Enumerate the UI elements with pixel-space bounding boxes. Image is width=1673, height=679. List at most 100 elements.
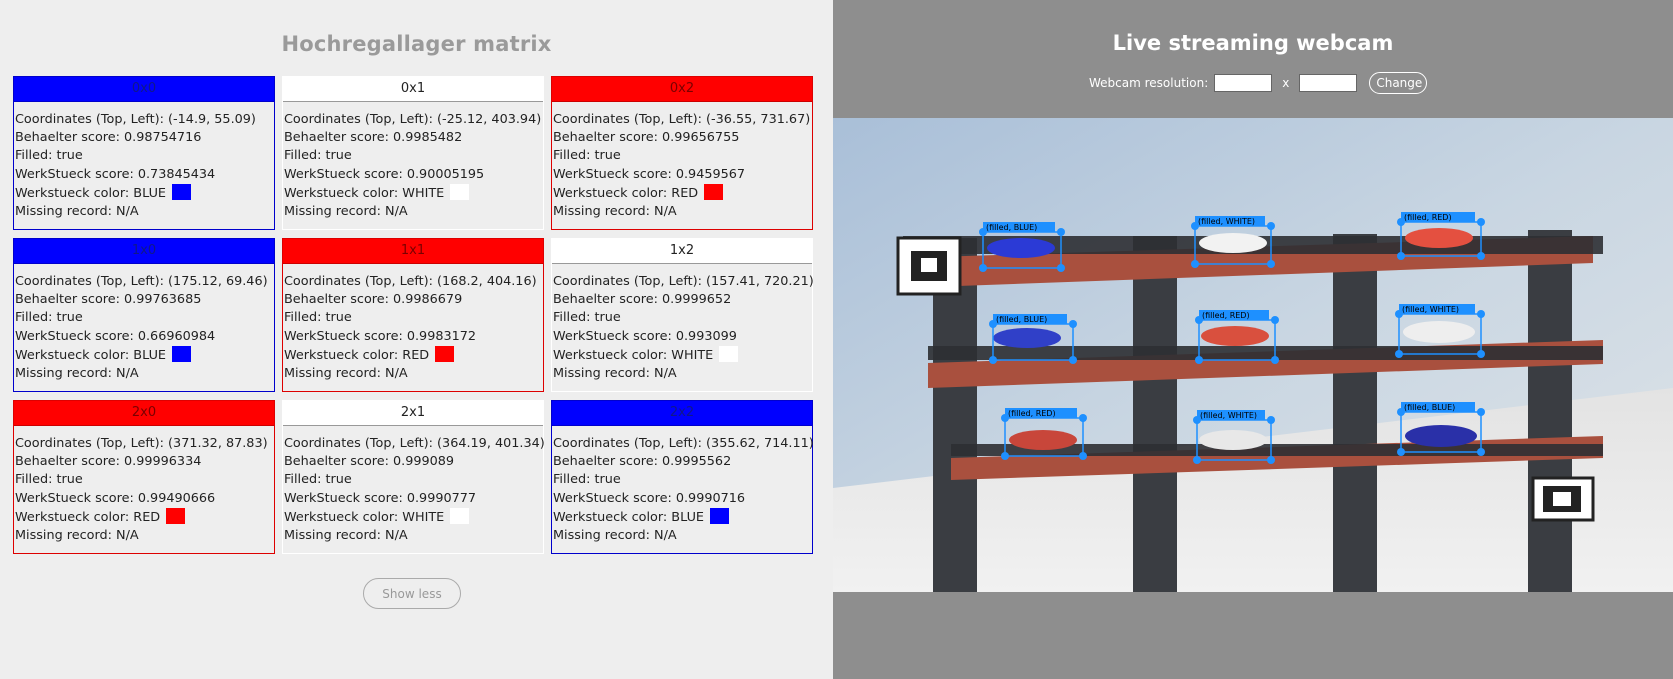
webcam-panel: Live streaming webcam Webcam resolution:…	[833, 0, 1673, 679]
cell-filled: Filled: true	[15, 147, 274, 165]
cell-body: Coordinates (Top, Left): (-25.12, 403.94…	[283, 102, 543, 221]
cell-filled: Filled: true	[284, 147, 543, 165]
cell-coordinates: Coordinates (Top, Left): (371.32, 87.83)	[15, 435, 274, 453]
cell-missing-record: Missing record: N/A	[15, 527, 274, 545]
cell-werkstueck-color: Werkstueck color: RED	[553, 183, 812, 203]
matrix-cell-1x2: 1x2 Coordinates (Top, Left): (157.41, 720…	[551, 238, 814, 392]
cell-werkstueck-score-text: WerkStueck score: 0.9990716	[553, 490, 746, 506]
cell-werkstueck-score: WerkStueck score: 0.99490666	[15, 490, 274, 508]
cell-filled: Filled: true	[284, 309, 543, 327]
cell-werkstueck-color: Werkstueck color: RED	[284, 345, 543, 365]
cell-filled: Filled: true	[553, 147, 812, 165]
cell-behaelter-score-text: Behaelter score: 0.9999652	[553, 292, 732, 308]
cell-coordinates-text: Coordinates (Top, Left): (157.41, 720.21…	[553, 274, 814, 289]
cell-filled-text: Filled: true	[284, 310, 352, 326]
cell-filled: Filled: true	[284, 471, 543, 489]
matrix-cell-1x1: 1x1 Coordinates (Top, Left): (168.2, 404.…	[282, 238, 544, 392]
cell-filled-text: Filled: true	[553, 472, 621, 488]
change-resolution-button[interactable]: Change	[1369, 72, 1428, 94]
cell-werkstueck-score: WerkStueck score: 0.9983172	[284, 328, 543, 346]
matrix-cell-0x0: 0x0 Coordinates (Top, Left): (-14.9, 55.0…	[13, 76, 275, 230]
cell-werkstueck-color-text: Werkstueck color: BLUE	[553, 509, 705, 525]
cell-werkstueck-color: Werkstueck color: WHITE	[553, 345, 812, 365]
color-swatch	[710, 507, 730, 524]
cell-missing-record-text: Missing record: N/A	[553, 366, 677, 382]
cell-body: Coordinates (Top, Left): (364.19, 401.34…	[283, 426, 545, 545]
cell-missing-record-text: Missing record: N/A	[15, 528, 139, 544]
cell-coordinates: Coordinates (Top, Left): (355.62, 714.11…	[553, 435, 814, 453]
cell-header: 0x2	[552, 77, 812, 102]
cell-werkstueck-color: Werkstueck color: BLUE	[15, 345, 274, 365]
webcam-image: (filled, BLUE) (filled, WHITE) (filled, RE…	[833, 118, 1673, 592]
cell-coordinates-text: Coordinates (Top, Left): (-14.9, 55.09)	[15, 112, 256, 127]
cell-behaelter-score-text: Behaelter score: 0.99763685	[15, 292, 202, 308]
cell-coordinates: Coordinates (Top, Left): (168.2, 404.16)	[284, 273, 543, 291]
color-swatch	[172, 183, 192, 200]
cell-werkstueck-color-text: Werkstueck color: BLUE	[15, 185, 167, 201]
cell-werkstueck-score: WerkStueck score: 0.9459567	[553, 166, 812, 184]
cell-werkstueck-color-text: Werkstueck color: WHITE	[284, 185, 445, 201]
cell-filled: Filled: true	[553, 309, 812, 327]
cell-behaelter-score-text: Behaelter score: 0.9985482	[284, 130, 463, 146]
cell-header: 0x0	[14, 77, 274, 102]
cell-werkstueck-color: Werkstueck color: WHITE	[284, 183, 543, 203]
cell-missing-record: Missing record: N/A	[284, 527, 543, 545]
resolution-x-label: x	[1282, 76, 1290, 90]
color-swatch	[172, 345, 192, 362]
cell-filled-text: Filled: true	[553, 310, 621, 326]
cell-missing-record: Missing record: N/A	[284, 203, 543, 221]
cell-behaelter-score-text: Behaelter score: 0.9995562	[553, 454, 732, 470]
cell-body: Coordinates (Top, Left): (-36.55, 731.67…	[552, 102, 812, 221]
cell-coordinates: Coordinates (Top, Left): (157.41, 720.21…	[553, 273, 814, 291]
cell-body: Coordinates (Top, Left): (157.41, 720.21…	[552, 264, 814, 383]
cell-missing-record: Missing record: N/A	[15, 203, 274, 221]
detection-label: (filled, BLUE)	[1404, 403, 1455, 412]
cell-werkstueck-color: Werkstueck color: WHITE	[284, 507, 543, 527]
cell-coordinates-text: Coordinates (Top, Left): (168.2, 404.16)	[284, 274, 537, 289]
matrix-cell-2x2: 2x2 Coordinates (Top, Left): (355.62, 714…	[551, 400, 814, 554]
color-swatch	[450, 183, 470, 200]
app: Hochregallager matrix 0x0 Coordinates (To…	[0, 0, 1673, 679]
resolution-height-input[interactable]	[1299, 74, 1358, 92]
cell-missing-record-text: Missing record: N/A	[15, 204, 139, 220]
cell-body: Coordinates (Top, Left): (168.2, 404.16)…	[283, 264, 543, 383]
cell-body: Coordinates (Top, Left): (371.32, 87.83)…	[14, 426, 274, 545]
cell-missing-record: Missing record: N/A	[284, 365, 543, 383]
cell-werkstueck-score-text: WerkStueck score: 0.90005195	[284, 166, 485, 182]
cell-coordinates: Coordinates (Top, Left): (-25.12, 403.94…	[284, 111, 543, 129]
cell-body: Coordinates (Top, Left): (355.62, 714.11…	[552, 426, 814, 545]
cell-behaelter-score: Behaelter score: 0.99656755	[553, 129, 812, 147]
matrix-cell-0x2: 0x2 Coordinates (Top, Left): (-36.55, 731…	[551, 76, 813, 230]
detection-label: (filled, RED)	[1404, 213, 1452, 222]
cell-missing-record: Missing record: N/A	[553, 365, 812, 383]
cell-werkstueck-score: WerkStueck score: 0.9990777	[284, 490, 543, 508]
cell-header: 2x0	[14, 401, 274, 426]
cell-behaelter-score: Behaelter score: 0.9995562	[553, 453, 812, 471]
cell-missing-record: Missing record: N/A	[15, 365, 274, 383]
matrix-grid: 0x0 Coordinates (Top, Left): (-14.9, 55.0…	[13, 76, 814, 554]
cell-missing-record-text: Missing record: N/A	[284, 366, 408, 382]
resolution-controls: Webcam resolution: x Change	[1089, 72, 1428, 94]
cell-werkstueck-score: WerkStueck score: 0.66960984	[15, 328, 274, 346]
matrix-cell-2x1: 2x1 Coordinates (Top, Left): (364.19, 401…	[282, 400, 545, 554]
cell-werkstueck-score-text: WerkStueck score: 0.73845434	[15, 166, 216, 182]
cell-coordinates-text: Coordinates (Top, Left): (371.32, 87.83)	[15, 436, 268, 451]
cell-body: Coordinates (Top, Left): (175.12, 69.46)…	[14, 264, 274, 383]
cell-header: 1x2	[552, 239, 812, 264]
cell-behaelter-score: Behaelter score: 0.9985482	[284, 129, 543, 147]
cell-behaelter-score-text: Behaelter score: 0.98754716	[15, 130, 202, 146]
cell-missing-record-text: Missing record: N/A	[553, 528, 677, 544]
cell-behaelter-score: Behaelter score: 0.9986679	[284, 291, 543, 309]
cell-coordinates-text: Coordinates (Top, Left): (-25.12, 403.94…	[284, 112, 542, 127]
cell-werkstueck-score-text: WerkStueck score: 0.9990777	[284, 490, 477, 506]
color-swatch	[435, 345, 455, 362]
show-less-button[interactable]: Show less	[363, 578, 461, 609]
cell-werkstueck-color-text: Werkstueck color: RED	[284, 347, 430, 363]
cell-filled-text: Filled: true	[15, 310, 83, 326]
cell-missing-record: Missing record: N/A	[553, 527, 812, 545]
resolution-width-input[interactable]	[1214, 74, 1273, 92]
cell-werkstueck-score-text: WerkStueck score: 0.66960984	[15, 328, 216, 344]
cell-behaelter-score: Behaelter score: 0.9999652	[553, 291, 812, 309]
cell-werkstueck-score-text: WerkStueck score: 0.9983172	[284, 328, 477, 344]
cell-coordinates: Coordinates (Top, Left): (-14.9, 55.09)	[15, 111, 274, 129]
